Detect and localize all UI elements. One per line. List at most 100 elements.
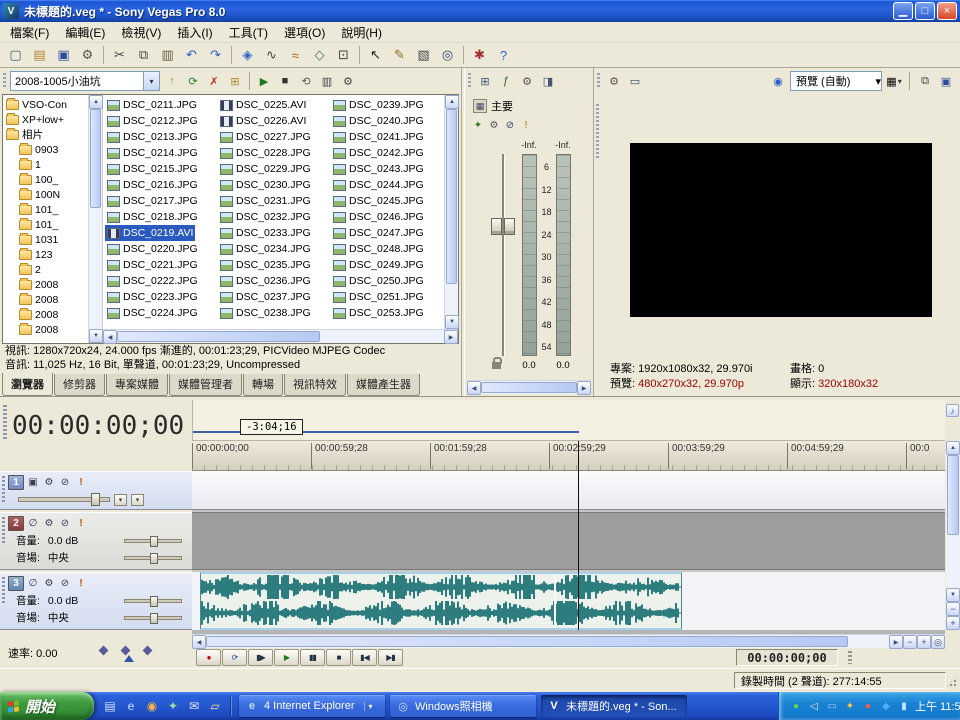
tray-update-icon[interactable]: ◆ [879, 699, 893, 713]
tray-messenger-icon[interactable]: ✦ [843, 699, 857, 713]
filelist-vscroll-thumb[interactable] [446, 109, 457, 284]
timeline-vertical-scrollbar[interactable]: ▲ ▼ − + [946, 441, 960, 630]
tray-antivirus-icon[interactable]: ● [861, 699, 875, 713]
rate-slider[interactable] [94, 643, 174, 661]
audio-track-row-2[interactable] [192, 512, 945, 570]
file-item[interactable]: DSC_0234.JPG [218, 241, 313, 257]
file-item[interactable]: DSC_0219.AVI [105, 225, 195, 241]
tab-project-media[interactable]: 專案媒體 [106, 374, 168, 396]
media-properties-icon[interactable]: ⚙ [338, 72, 358, 91]
file-item[interactable]: DSC_0229.JPG [218, 161, 313, 177]
new-folder-icon[interactable]: ⊞ [225, 72, 245, 91]
marker-bar[interactable] [192, 400, 945, 441]
track-motion-icon[interactable]: ▣ [26, 476, 40, 490]
file-item[interactable]: DSC_0244.JPG [331, 177, 426, 193]
menu-edit[interactable]: 編輯(E) [57, 21, 113, 44]
mute-icon[interactable]: ⊘ [58, 476, 72, 490]
project-video-properties-icon[interactable]: ⚙ [604, 72, 624, 91]
pan-slider-handle[interactable] [150, 613, 158, 624]
file-item[interactable]: DSC_0242.JPG [331, 145, 426, 161]
go-to-start-button[interactable]: ▮◀ [352, 649, 377, 666]
file-item[interactable]: DSC_0220.JPG [105, 241, 200, 257]
mixer-horizontal-scrollbar[interactable]: ◀ ▶ [467, 380, 591, 394]
up-one-level-icon[interactable]: ↑ [162, 72, 182, 91]
pan-slider[interactable] [124, 616, 182, 620]
marker-tool-button[interactable]: ♪ [946, 404, 959, 417]
scroll-up-icon[interactable]: ▲ [89, 95, 103, 109]
paste-icon[interactable]: ▥ [156, 45, 179, 66]
track-number[interactable]: 1 [8, 475, 24, 490]
bus-insert-fx-icon[interactable]: ✦ [471, 118, 485, 132]
menu-file[interactable]: 檔案(F) [2, 21, 57, 44]
save-project-icon[interactable]: ▣ [52, 45, 75, 66]
file-item[interactable]: DSC_0235.JPG [218, 257, 313, 273]
tree-scroll-thumb[interactable] [90, 109, 101, 208]
mute-icon[interactable]: ⊘ [58, 577, 72, 591]
volume-slider-handle[interactable] [150, 536, 158, 547]
downmix-output-icon[interactable]: ◨ [538, 72, 558, 91]
scroll-right-icon[interactable]: ▶ [889, 635, 903, 649]
selection-edit-tool-icon[interactable]: ▧ [412, 45, 435, 66]
normal-edit-tool-icon[interactable]: ↖ [364, 45, 387, 66]
file-item[interactable]: DSC_0243.JPG [331, 161, 426, 177]
close-button[interactable]: × [937, 2, 957, 20]
track-header-3[interactable]: 3 ∅ ⚙ ⊘ ! 音量: 0.0 dB 音場: 中央 [0, 572, 192, 630]
filelist-vertical-scrollbar[interactable]: ▲ ▼ [444, 95, 458, 329]
file-item[interactable]: DSC_0247.JPG [331, 225, 426, 241]
file-item[interactable]: DSC_0222.JPG [105, 273, 200, 289]
delete-icon[interactable]: ✗ [204, 72, 224, 91]
help-icon[interactable]: ? [492, 45, 515, 66]
tree-item[interactable]: 1031 [3, 232, 88, 247]
file-item[interactable]: DSC_0237.JPG [218, 289, 313, 305]
scroll-left-icon[interactable]: ◀ [103, 330, 117, 344]
scroll-down-icon[interactable]: ▼ [445, 315, 459, 329]
scroll-up-icon[interactable]: ▲ [946, 441, 960, 455]
tray-monitor-icon[interactable]: ● [789, 699, 803, 713]
file-item[interactable]: DSC_0248.JPG [331, 241, 426, 257]
volume-slider-handle[interactable] [150, 596, 158, 607]
menu-insert[interactable]: 插入(I) [169, 21, 220, 44]
task-internet-explorer[interactable]: e4 Internet Explorer▾ [239, 695, 385, 717]
open-project-icon[interactable]: ▤ [28, 45, 51, 66]
tab-video-fx[interactable]: 視訊特效 [284, 374, 346, 396]
volume-slider[interactable] [124, 599, 182, 603]
rate-marker-icon[interactable] [124, 655, 134, 662]
tray-network-icon[interactable]: ▮ [897, 699, 911, 713]
file-item[interactable]: DSC_0238.JPG [218, 305, 313, 321]
file-item[interactable]: DSC_0250.JPG [331, 273, 426, 289]
auto-crossfade-icon[interactable]: ∿ [260, 45, 283, 66]
fader-lock-icon[interactable] [492, 362, 501, 369]
tree-item[interactable]: 2008 [3, 322, 88, 337]
scroll-down-icon[interactable]: ▼ [946, 588, 960, 602]
auto-ripple-icon[interactable]: ≈ [284, 45, 307, 66]
mixer-properties-icon[interactable]: ⚙ [517, 72, 537, 91]
tree-item[interactable]: 100N [3, 187, 88, 202]
tray-display-icon[interactable]: ▭ [825, 699, 839, 713]
minimize-button[interactable]: ▁ [893, 2, 913, 20]
lock-envelopes-icon[interactable]: ◇ [308, 45, 331, 66]
file-item[interactable]: DSC_0224.JPG [105, 305, 200, 321]
loop-playback-button[interactable]: ⟳ [222, 649, 247, 666]
solo-icon[interactable]: ! [74, 517, 88, 531]
track-fx-icon[interactable]: ⚙ [42, 517, 56, 531]
bus-mute-icon[interactable]: ⊘ [503, 118, 517, 132]
start-button[interactable]: 開始 [0, 692, 94, 720]
timeline-scroll-thumb[interactable] [206, 636, 848, 647]
cursor-time-display[interactable]: 00:00:00;00 [12, 411, 184, 441]
ignore-event-grouping-icon[interactable]: ⊡ [332, 45, 355, 66]
volume-slider[interactable] [124, 539, 182, 543]
mute-icon[interactable]: ⊘ [58, 517, 72, 531]
scroll-left-icon[interactable]: ◀ [467, 381, 481, 395]
master-fader-handle-right[interactable] [504, 218, 515, 235]
file-item[interactable]: DSC_0236.JPG [218, 273, 313, 289]
file-item[interactable]: DSC_0246.JPG [331, 209, 426, 225]
zoom-out-track-button[interactable]: − [946, 602, 960, 616]
save-snapshot-icon[interactable]: ▣ [936, 72, 956, 91]
file-item[interactable]: DSC_0230.JPG [218, 177, 313, 193]
file-item[interactable]: DSC_0231.JPG [218, 193, 313, 209]
insert-assignable-fx-icon[interactable]: ƒ [496, 72, 516, 91]
undo-icon[interactable]: ↶ [180, 45, 203, 66]
tab-transitions[interactable]: 轉場 [243, 374, 283, 396]
file-item[interactable]: DSC_0227.JPG [218, 129, 313, 145]
track-number[interactable]: 3 [8, 576, 24, 591]
